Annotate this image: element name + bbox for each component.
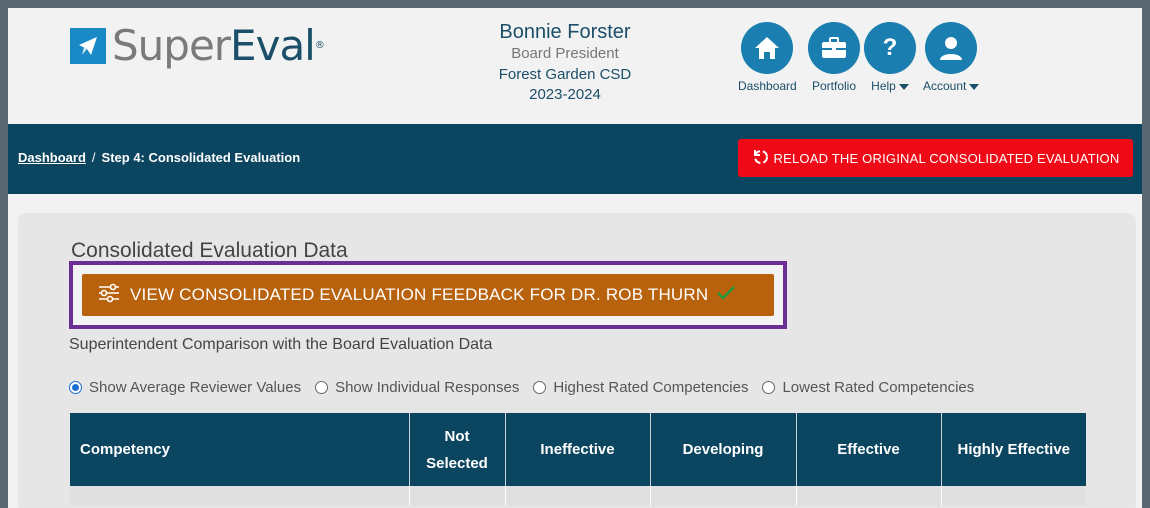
table-header-row: Competency Not Selected Ineffective Deve…	[70, 413, 1086, 486]
logo-super-text: Super	[112, 21, 231, 70]
consolidated-evaluation-panel: Consolidated Evaluation Data VIEW CONSOL…	[18, 213, 1136, 508]
breadcrumb-dashboard-link[interactable]: Dashboard	[18, 150, 86, 165]
view-mode-radio-group: Show Average Reviewer Values Show Indivi…	[69, 379, 988, 396]
radio-label: Lowest Rated Competencies	[782, 379, 975, 396]
nav-help-label: Help	[871, 79, 896, 93]
supereval-logo[interactable]: SuperEval®	[70, 21, 325, 70]
competency-table: Competency Not Selected Ineffective Deve…	[70, 413, 1086, 506]
nav-portfolio-label: Portfolio	[811, 79, 857, 93]
reload-original-evaluation-button[interactable]: RELOAD THE ORIGINAL CONSOLIDATED EVALUAT…	[738, 139, 1133, 177]
radio-label: Show Average Reviewer Values	[89, 379, 302, 396]
logo-eval-text: Eval	[230, 21, 316, 70]
column-header-not-selected[interactable]: Not Selected	[408, 413, 505, 486]
briefcase-icon	[808, 22, 860, 74]
table-cell	[940, 486, 1086, 506]
breadcrumb-separator: /	[91, 150, 96, 165]
app-window: SuperEval® Bonnie Forster Board Presiden…	[8, 8, 1142, 508]
nav-account[interactable]: Account	[923, 22, 980, 93]
caret-down-icon	[969, 83, 980, 90]
column-header-ineffective[interactable]: Ineffective	[504, 413, 650, 486]
radio-lowest-rated[interactable]: Lowest Rated Competencies	[762, 379, 974, 396]
nav-account-label: Account	[923, 79, 967, 93]
view-feedback-button[interactable]: VIEW CONSOLIDATED EVALUATION FEEDBACK FO…	[82, 274, 774, 316]
column-header-effective[interactable]: Effective	[795, 413, 941, 486]
radio-button[interactable]	[533, 381, 547, 394]
user-role: Board President	[511, 45, 619, 62]
radio-highest-rated[interactable]: Highest Rated Competencies	[533, 379, 748, 396]
breadcrumb: Dashboard / Step 4: Consolidated Evaluatio…	[18, 150, 300, 165]
highlight-box: VIEW CONSOLIDATED EVALUATION FEEDBACK FO…	[69, 261, 787, 329]
table-cell	[408, 486, 505, 506]
user-name: Bonnie Forster	[499, 21, 631, 43]
nav-portfolio[interactable]: Portfolio	[808, 22, 860, 93]
table-cell	[504, 486, 650, 506]
comparison-subtitle: Superintendent Comparison with the Board…	[69, 336, 493, 353]
radio-button-selected[interactable]	[69, 381, 82, 394]
checkmark-icon	[716, 285, 736, 306]
nav-help[interactable]: ? Help	[864, 22, 916, 93]
user-icon	[925, 22, 978, 74]
radio-label: Show Individual Responses	[335, 379, 520, 396]
radio-label: Highest Rated Competencies	[553, 379, 749, 396]
panel-title: Consolidated Evaluation Data	[71, 239, 348, 262]
user-year: 2023-2024	[529, 86, 601, 103]
question-mark-icon: ?	[864, 22, 916, 74]
table-cell	[795, 486, 941, 506]
breadcrumb-bar: Dashboard / Step 4: Consolidated Evaluatio…	[8, 124, 1142, 194]
header: SuperEval® Bonnie Forster Board Presiden…	[8, 8, 1142, 124]
table-cell	[649, 486, 796, 506]
radio-average-values[interactable]: Show Average Reviewer Values	[69, 379, 301, 396]
user-info: Bonnie Forster Board President Forest Ga…	[478, 20, 652, 105]
reload-button-label: RELOAD THE ORIGINAL CONSOLIDATED EVALUAT…	[773, 150, 1120, 166]
home-icon	[741, 22, 794, 74]
radio-button[interactable]	[762, 381, 776, 394]
feedback-button-label: VIEW CONSOLIDATED EVALUATION FEEDBACK FO…	[130, 285, 709, 304]
logo-mark-icon	[70, 28, 106, 64]
table-row	[70, 486, 1086, 506]
table-cell	[70, 486, 409, 506]
caret-down-icon	[898, 83, 909, 90]
breadcrumb-current: Step 4: Consolidated Evaluation	[101, 150, 301, 165]
trademark: ®	[314, 40, 325, 51]
reload-icon	[752, 148, 770, 169]
radio-button[interactable]	[315, 381, 329, 394]
radio-individual-responses[interactable]: Show Individual Responses	[315, 379, 519, 396]
sliders-icon	[98, 283, 120, 308]
column-header-highly-effective[interactable]: Highly Effective	[940, 413, 1086, 486]
column-header-developing[interactable]: Developing	[649, 413, 796, 486]
nav-dashboard[interactable]: Dashboard	[738, 22, 797, 93]
nav-dashboard-label: Dashboard	[738, 79, 797, 93]
column-header-competency[interactable]: Competency	[70, 413, 409, 486]
user-organization: Forest Garden CSD	[498, 66, 632, 83]
